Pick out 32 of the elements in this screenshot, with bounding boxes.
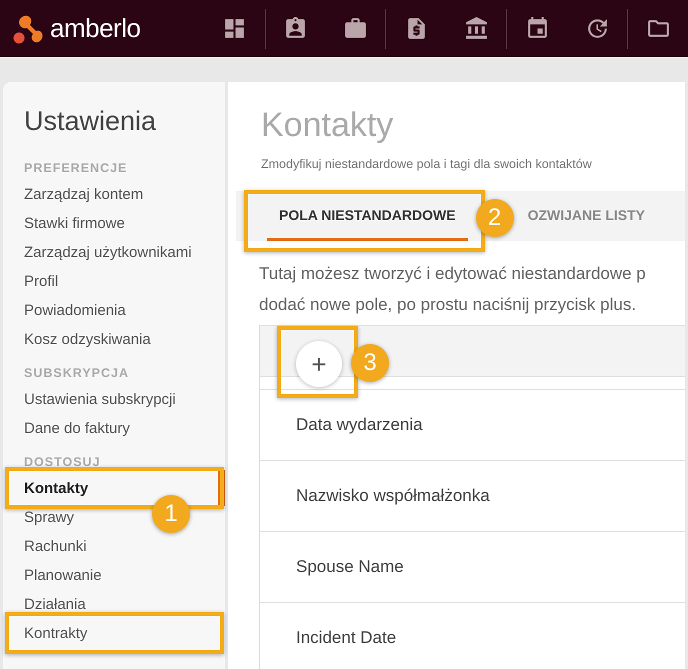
brand-name: amberlo: [50, 13, 140, 44]
section-heading: DOSTOSUJ: [23, 454, 102, 469]
sidebar-item[interactable]: Sprawy: [3, 503, 74, 532]
sidebar-item[interactable]: Zarządzaj kontem: [3, 180, 144, 209]
field-row[interactable]: Spouse Name: [260, 532, 685, 603]
section-heading: PREFERENCJE: [23, 160, 128, 175]
callout-badge: 3: [351, 344, 389, 382]
add-button[interactable]: +: [296, 341, 342, 387]
sidebar-item[interactable]: Ustawienia subskrypcji: [3, 385, 176, 414]
sidebar-item[interactable]: Kontrakty: [3, 619, 88, 648]
callout-badge: 1: [152, 495, 190, 533]
sidebar-item[interactable]: Kosz odzyskiwania: [3, 325, 151, 354]
field-row[interactable]: Nazwisko współmałżonka: [260, 461, 685, 532]
intro-text: dodać nowe pole, po prostu naciśnij przycisk plus.: [258, 294, 638, 315]
sidebar-item[interactable]: Profil: [3, 267, 58, 296]
sidebar-item[interactable]: Powiadomienia: [3, 296, 126, 325]
sidebar-item[interactable]: Planowanie: [3, 561, 102, 590]
sidebar-title: Ustawienia: [23, 106, 158, 137]
callout-badge: 2: [476, 199, 514, 237]
field-row[interactable]: Incident Date: [260, 603, 685, 669]
tab[interactable]: POLA NIESTANDARDOWE: [267, 191, 468, 241]
field-row[interactable]: Data wydarzenia: [260, 390, 685, 461]
sidebar-item[interactable]: Działania: [3, 590, 86, 619]
page-subtitle: Zmodyfikuj niestandardowe pola i tagi dla swoich kontaktów: [260, 157, 593, 171]
intro-text: Tutaj możesz tworzyć i edytować niestandardowe p: [258, 263, 647, 284]
page-title: Kontakty: [260, 106, 394, 145]
sidebar-item[interactable]: Rachunki: [3, 532, 87, 561]
section-heading: SUBSKRYPCJA: [23, 365, 130, 380]
sidebar-item[interactable]: Stawki firmowe: [3, 209, 125, 238]
sidebar-item[interactable]: Kontakty: [3, 474, 88, 503]
sidebar-item[interactable]: Dane do faktury: [3, 414, 130, 443]
sidebar-item[interactable]: Zarządzaj użytkownikami: [3, 238, 192, 267]
